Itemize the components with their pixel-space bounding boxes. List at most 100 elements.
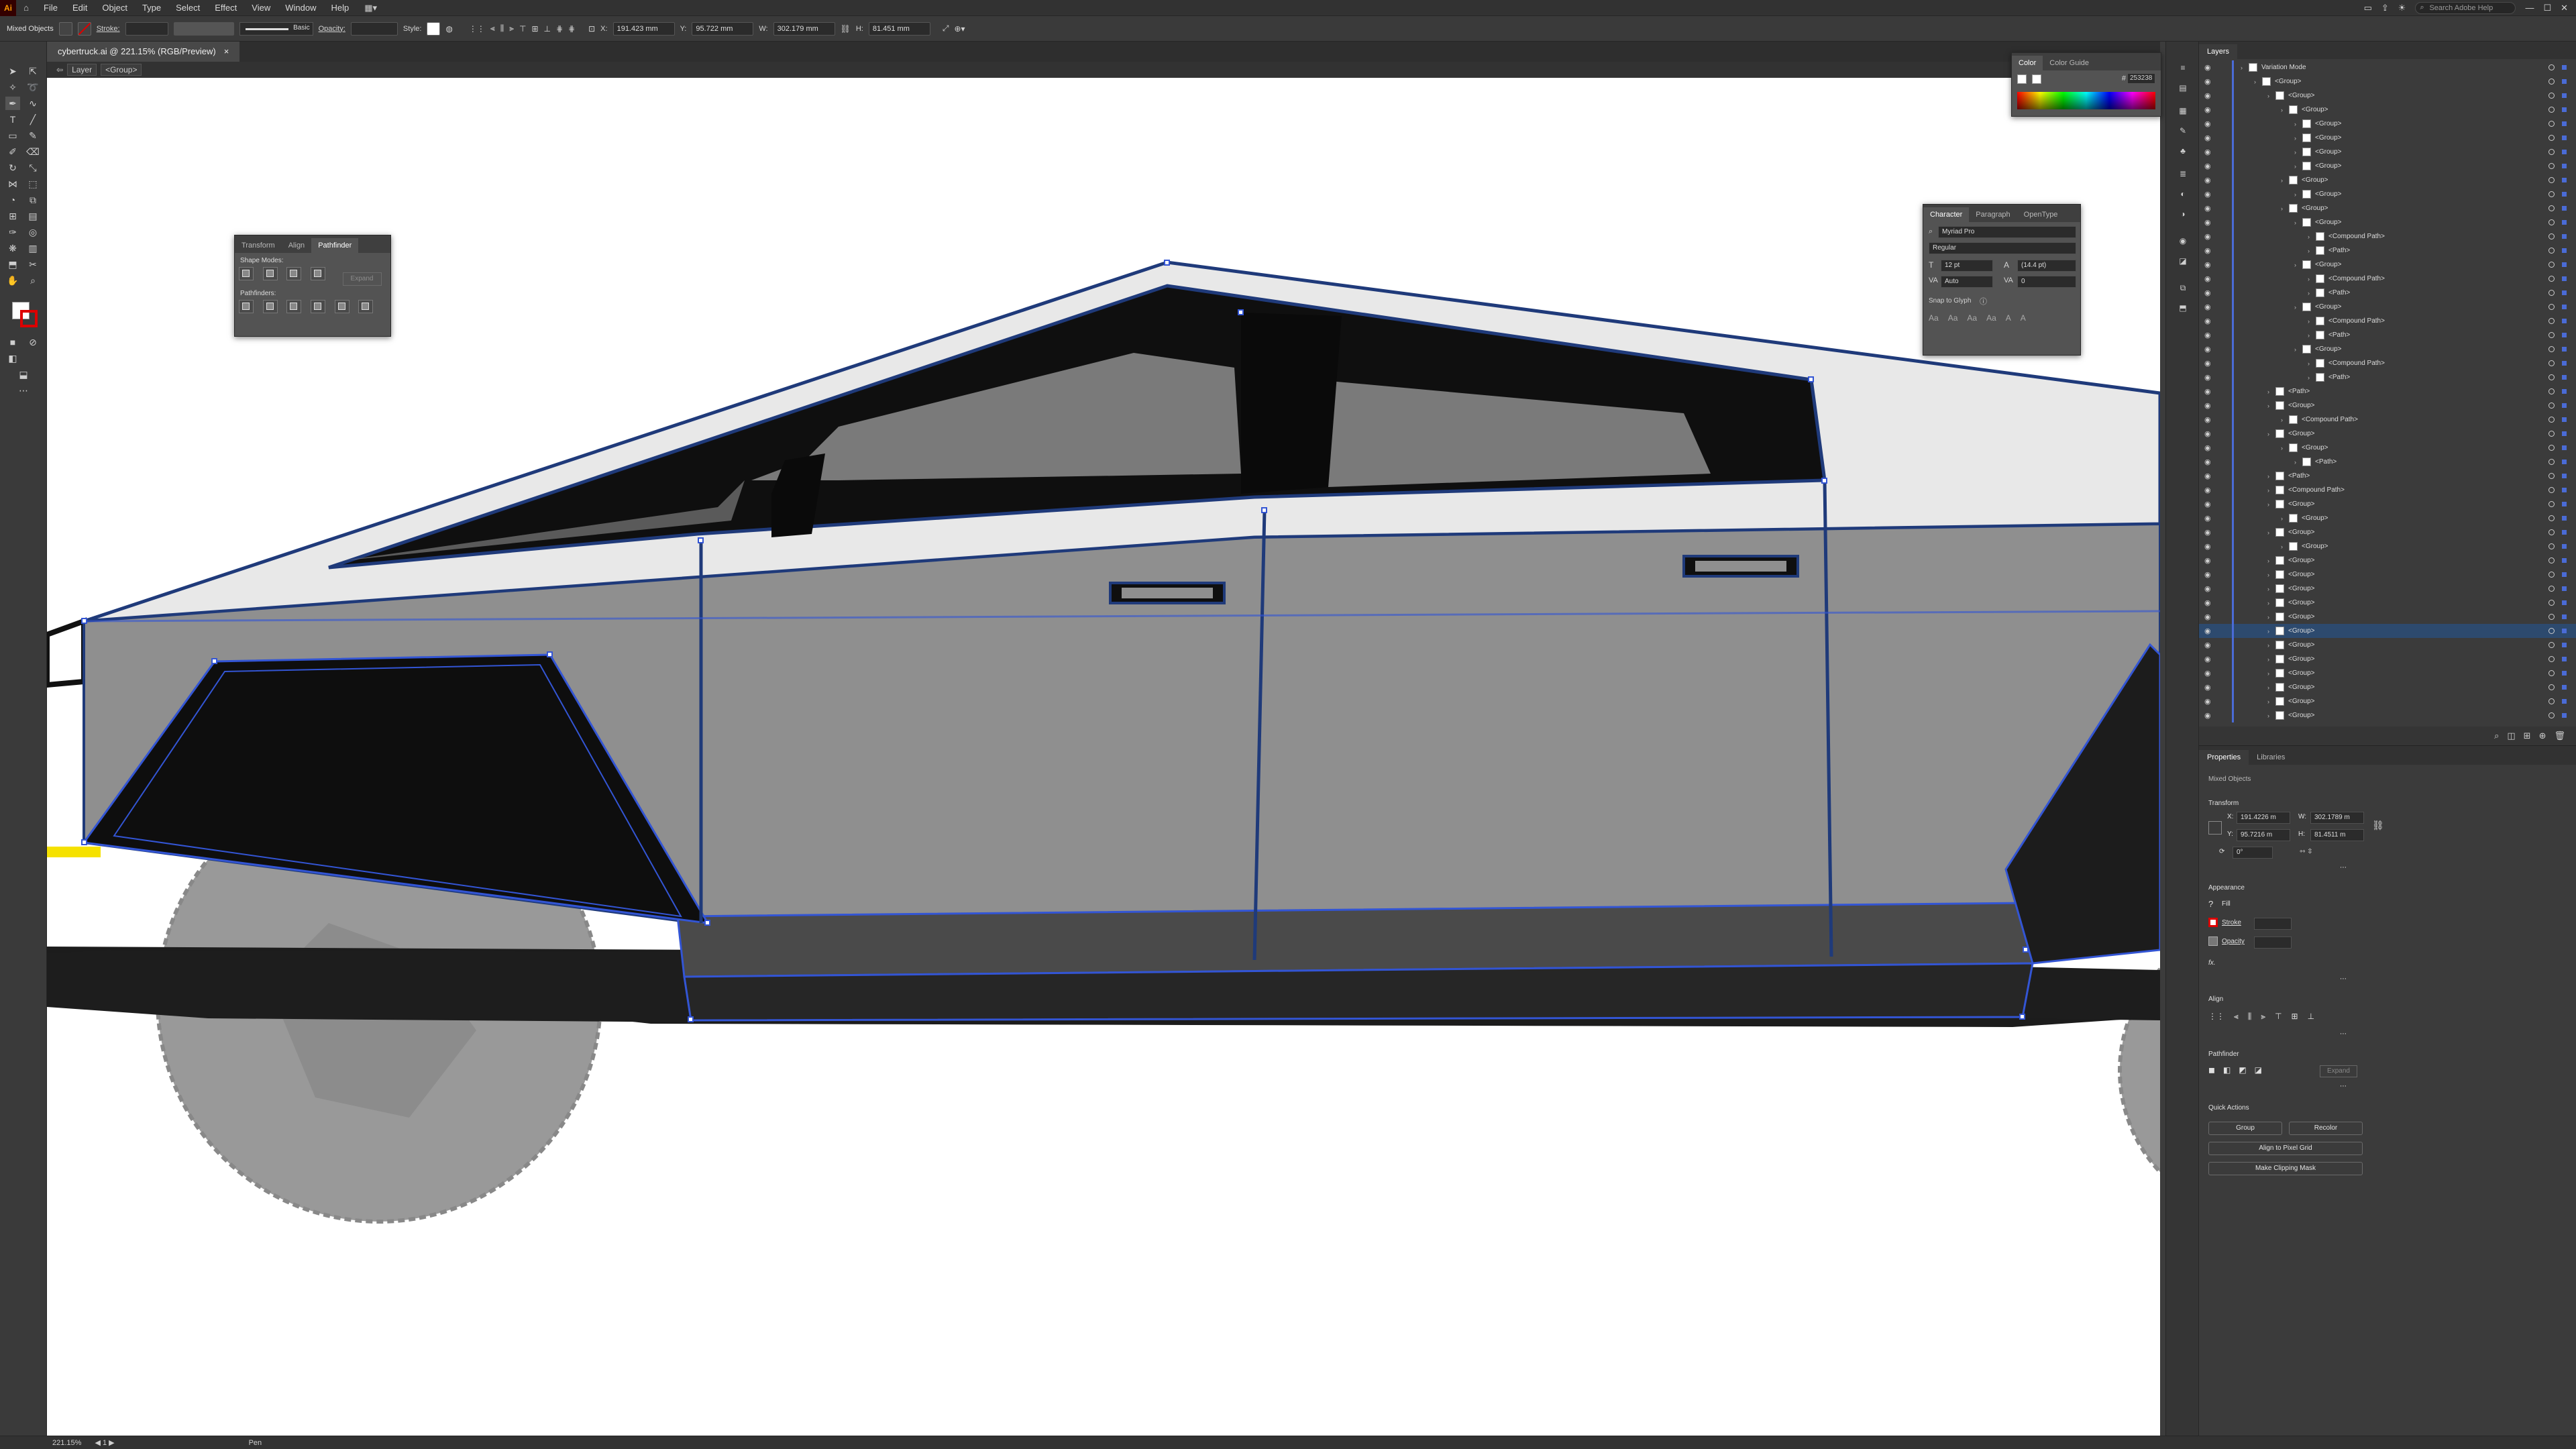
prop-h-field[interactable]: 81.4511 m (2310, 829, 2364, 841)
workspace-switcher-icon[interactable]: ▦▾ (364, 3, 377, 13)
perspective-grid-tool-icon[interactable]: ⧉ (25, 193, 40, 207)
tab-transform[interactable]: Transform (235, 238, 282, 253)
selection-indicator[interactable] (2562, 445, 2567, 450)
expand-toggle-icon[interactable]: › (2294, 219, 2302, 226)
expand-toggle-icon[interactable]: › (2267, 402, 2275, 409)
opacity-field[interactable] (350, 21, 398, 36)
libraries-dock-icon[interactable]: ▤ (2176, 83, 2190, 95)
visibility-eye-icon[interactable]: ◉ (2204, 556, 2211, 565)
target-icon[interactable] (2548, 529, 2555, 535)
target-icon[interactable] (2548, 417, 2555, 423)
expand-toggle-icon[interactable]: › (2267, 529, 2275, 536)
expand-toggle-icon[interactable]: › (2267, 670, 2275, 677)
menu-view[interactable]: View (244, 0, 278, 16)
visibility-eye-icon[interactable]: ◉ (2204, 415, 2211, 424)
properties-dock-icon[interactable]: ≡ (2176, 63, 2190, 75)
free-transform-tool-icon[interactable]: ⬚ (25, 177, 40, 191)
prop-x-field[interactable]: 191.4226 m (2237, 812, 2290, 824)
visibility-eye-icon[interactable]: ◉ (2204, 443, 2211, 452)
expand-toggle-icon[interactable]: › (2267, 473, 2275, 480)
expand-toggle-icon[interactable]: › (2294, 149, 2302, 156)
stroke-weight-field[interactable] (2254, 918, 2292, 930)
layer-row[interactable]: ◉ › <Group> (2199, 173, 2576, 187)
selection-indicator[interactable] (2562, 600, 2567, 605)
target-icon[interactable] (2548, 698, 2555, 704)
expand-toggle-icon[interactable]: › (2294, 135, 2302, 142)
layer-row[interactable]: ◉ › <Group> (2199, 131, 2576, 145)
info-icon[interactable]: ⓘ (1980, 296, 1987, 307)
layer-row[interactable]: ◉ › <Path> (2199, 469, 2576, 483)
fx-button[interactable]: fx. (2208, 959, 2216, 967)
target-icon[interactable] (2548, 78, 2555, 85)
visibility-eye-icon[interactable]: ◉ (2204, 373, 2211, 382)
font-style-field[interactable]: Regular (1929, 242, 2076, 254)
font-family-field[interactable]: Myriad Pro (1938, 226, 2076, 238)
transform-more-icon[interactable]: ⋯ (2340, 864, 2347, 871)
blend-tool-icon[interactable]: ◎ (25, 225, 40, 239)
color-fill-swatch[interactable] (2017, 74, 2027, 84)
tab-paragraph[interactable]: Paragraph (1969, 207, 2017, 222)
visibility-eye-icon[interactable]: ◉ (2204, 514, 2211, 523)
selection-indicator[interactable] (2562, 262, 2567, 267)
visibility-eye-icon[interactable]: ◉ (2204, 77, 2211, 86)
selection-indicator[interactable] (2562, 305, 2567, 309)
layer-row[interactable]: ◉ › <Group> (2199, 187, 2576, 201)
rectangle-tool-icon[interactable]: ▭ (5, 129, 20, 142)
target-icon[interactable] (2548, 557, 2555, 564)
menu-effect[interactable]: Effect (207, 0, 244, 16)
visibility-eye-icon[interactable]: ◉ (2204, 584, 2211, 593)
share-icon[interactable]: ⇪ (2381, 3, 2389, 13)
target-icon[interactable] (2548, 374, 2555, 380)
expand-toggle-icon[interactable]: › (2267, 431, 2275, 437)
appearance-dock-icon[interactable]: ◉ (2176, 236, 2190, 248)
layer-row[interactable]: ◉ › <Group> (2199, 582, 2576, 596)
intersect-button[interactable] (286, 267, 302, 280)
expand-toggle-icon[interactable]: › (2254, 78, 2262, 85)
layer-row[interactable]: ◉ › <Group> (2199, 680, 2576, 694)
home-icon[interactable]: ⌂ (16, 3, 36, 13)
selection-indicator[interactable] (2562, 93, 2567, 98)
target-icon[interactable] (2548, 543, 2555, 549)
shaper-tool-icon[interactable]: ✐ (5, 145, 20, 158)
leading-field[interactable]: (14.4 pt) (2017, 260, 2076, 272)
minus-front-button[interactable] (262, 267, 278, 280)
expand-toggle-icon[interactable]: › (2308, 233, 2316, 240)
selection-indicator[interactable] (2562, 699, 2567, 704)
layer-row[interactable]: ◉ › <Compound Path> (2199, 483, 2576, 497)
target-icon[interactable] (2548, 712, 2555, 718)
target-icon[interactable] (2548, 262, 2555, 268)
menu-object[interactable]: Object (95, 0, 135, 16)
selection-tool-icon[interactable]: ➤ (5, 64, 20, 78)
transform-reference-icon[interactable]: ⊡ (588, 24, 595, 34)
delete-layer-icon[interactable]: 🗑 (2554, 731, 2565, 741)
layer-row[interactable]: ◉ › <Group> (2199, 539, 2576, 553)
prop-w-field[interactable]: 302.1789 m (2310, 812, 2364, 824)
expand-toggle-icon[interactable]: › (2241, 64, 2249, 71)
kerning-field[interactable]: Auto (1941, 276, 1993, 288)
expand-toggle-icon[interactable]: › (2267, 586, 2275, 592)
visibility-eye-icon[interactable]: ◉ (2204, 486, 2211, 494)
tab-layers[interactable]: Layers (2199, 44, 2238, 59)
selection-indicator[interactable] (2562, 417, 2567, 422)
target-icon[interactable] (2548, 473, 2555, 479)
selection-indicator[interactable] (2562, 685, 2567, 690)
prop-align-left-icon[interactable]: ⫷ (2234, 1012, 2239, 1022)
none-mode-icon[interactable]: ⊘ (25, 335, 40, 349)
visibility-eye-icon[interactable]: ◉ (2204, 697, 2211, 706)
locate-object-icon[interactable]: ⌕ (2494, 731, 2499, 741)
transparency-dock-icon[interactable]: ◑ (2176, 209, 2190, 221)
expand-toggle-icon[interactable]: › (2281, 445, 2289, 451)
visibility-eye-icon[interactable]: ◉ (2204, 429, 2211, 438)
align-to-icon[interactable]: ⋮⋮ (2208, 1012, 2224, 1022)
artboard-tool-icon[interactable]: ⬒ (5, 258, 20, 271)
expand-toggle-icon[interactable]: › (2308, 318, 2316, 325)
target-icon[interactable] (2548, 572, 2555, 578)
layer-row[interactable]: ◉ › <Group> (2199, 568, 2576, 582)
expand-toggle-icon[interactable]: › (2267, 628, 2275, 635)
layer-row[interactable]: ◉ › <Compound Path> (2199, 272, 2576, 286)
expand-toggle-icon[interactable]: › (2294, 346, 2302, 353)
expand-toggle-icon[interactable]: › (2294, 191, 2302, 198)
selection-indicator[interactable] (2562, 276, 2567, 281)
target-icon[interactable] (2548, 248, 2555, 254)
expand-toggle-icon[interactable]: › (2267, 388, 2275, 395)
